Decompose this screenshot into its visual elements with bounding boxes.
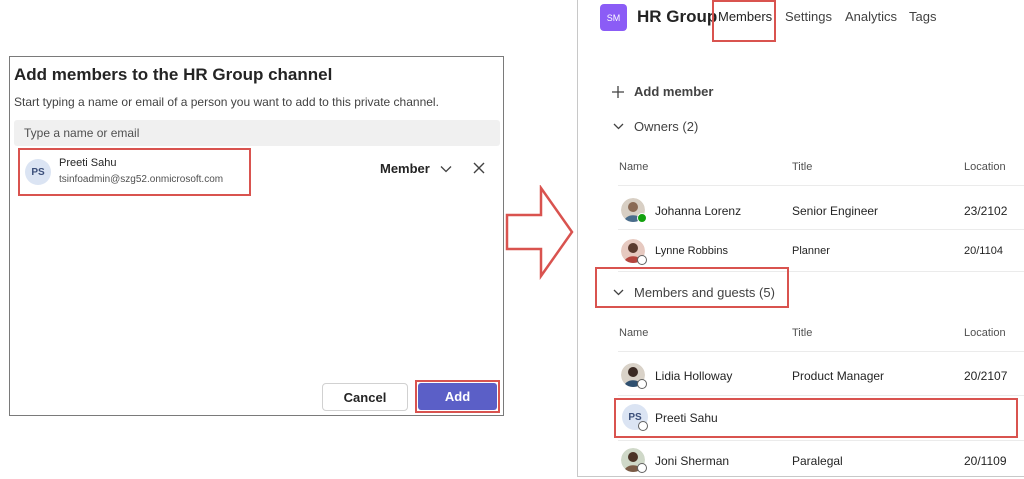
status-offline-icon <box>638 421 648 431</box>
arrow-right-icon <box>505 185 574 280</box>
row-divider <box>618 185 1024 186</box>
member-location: 23/2102 <box>964 204 1008 218</box>
chevron-down-icon <box>613 123 624 130</box>
plus-icon <box>612 85 624 98</box>
team-avatar: SM <box>600 4 627 31</box>
member-title: Product Manager <box>792 369 885 383</box>
team-name: HR Group <box>637 7 718 26</box>
add-members-dialog: Add members to the HR Group channel Star… <box>9 56 504 416</box>
member-title: Senior Engineer <box>792 204 879 218</box>
chevron-down-icon <box>440 165 452 172</box>
add-member-label: Add member <box>634 84 714 99</box>
tab-analytics[interactable]: Analytics <box>845 9 897 24</box>
status-offline-icon <box>637 379 647 389</box>
status-offline-icon <box>637 255 647 265</box>
tab-members[interactable]: Members <box>718 9 772 24</box>
row-divider <box>618 395 1024 396</box>
dialog-subtitle: Start typing a name or email of a person… <box>14 95 439 109</box>
dialog-title: Add members to the HR Group channel <box>14 65 333 84</box>
members-label: Members and guests (5) <box>634 285 775 300</box>
selected-person-email: tsinfoadmin@szg52.onmicrosoft.com <box>59 174 224 185</box>
search-input[interactable] <box>24 126 490 140</box>
add-button-highlight: Add <box>415 380 500 413</box>
role-label: Member <box>380 161 430 176</box>
member-name[interactable]: Johanna Lorenz <box>655 204 741 218</box>
status-offline-icon <box>637 463 647 473</box>
add-member-button[interactable]: Add member <box>611 84 713 99</box>
role-dropdown[interactable]: Member <box>380 161 452 176</box>
tab-settings[interactable]: Settings <box>785 9 832 24</box>
member-title: Paralegal <box>792 454 843 468</box>
avatar: PS <box>25 159 51 185</box>
row-divider <box>618 351 1024 352</box>
row-divider <box>618 229 1024 230</box>
selected-person-name: Preeti Sahu <box>59 157 117 169</box>
chevron-down-icon <box>613 289 624 296</box>
search-input-container[interactable] <box>14 120 500 146</box>
selected-person-card: PS Preeti Sahu tsinfoadmin@szg52.onmicro… <box>18 148 251 196</box>
owners-label: Owners (2) <box>634 119 699 134</box>
member-location: 20/1109 <box>964 454 1007 468</box>
members-section-toggle[interactable]: Members and guests (5) <box>613 285 775 300</box>
close-icon[interactable] <box>471 160 487 176</box>
column-header-name[interactable]: Name <box>619 161 648 173</box>
member-location: 20/1104 <box>964 245 1003 257</box>
member-name[interactable]: Lidia Holloway <box>655 369 732 383</box>
member-location: 20/2107 <box>964 369 1008 383</box>
member-name[interactable]: Joni Sherman <box>655 454 729 468</box>
add-button[interactable]: Add <box>418 383 497 410</box>
member-name[interactable]: Lynne Robbins <box>655 245 728 257</box>
column-header-location[interactable]: Location <box>964 161 1006 173</box>
column-header-title[interactable]: Title <box>792 161 812 173</box>
screenshot-canvas: Add members to the HR Group channel Star… <box>0 0 1024 479</box>
row-divider <box>618 440 1024 441</box>
owners-section-toggle[interactable]: Owners (2) <box>613 119 698 134</box>
column-header-location[interactable]: Location <box>964 327 1006 339</box>
team-members-panel: SM HR Group Members Settings Analytics T… <box>577 0 1024 477</box>
member-title: Planner <box>792 245 830 257</box>
tab-tags[interactable]: Tags <box>909 9 936 24</box>
column-header-name[interactable]: Name <box>619 327 648 339</box>
status-available-icon <box>637 213 647 223</box>
cancel-button[interactable]: Cancel <box>322 383 408 411</box>
member-name[interactable]: Preeti Sahu <box>655 411 718 425</box>
column-header-title[interactable]: Title <box>792 327 812 339</box>
